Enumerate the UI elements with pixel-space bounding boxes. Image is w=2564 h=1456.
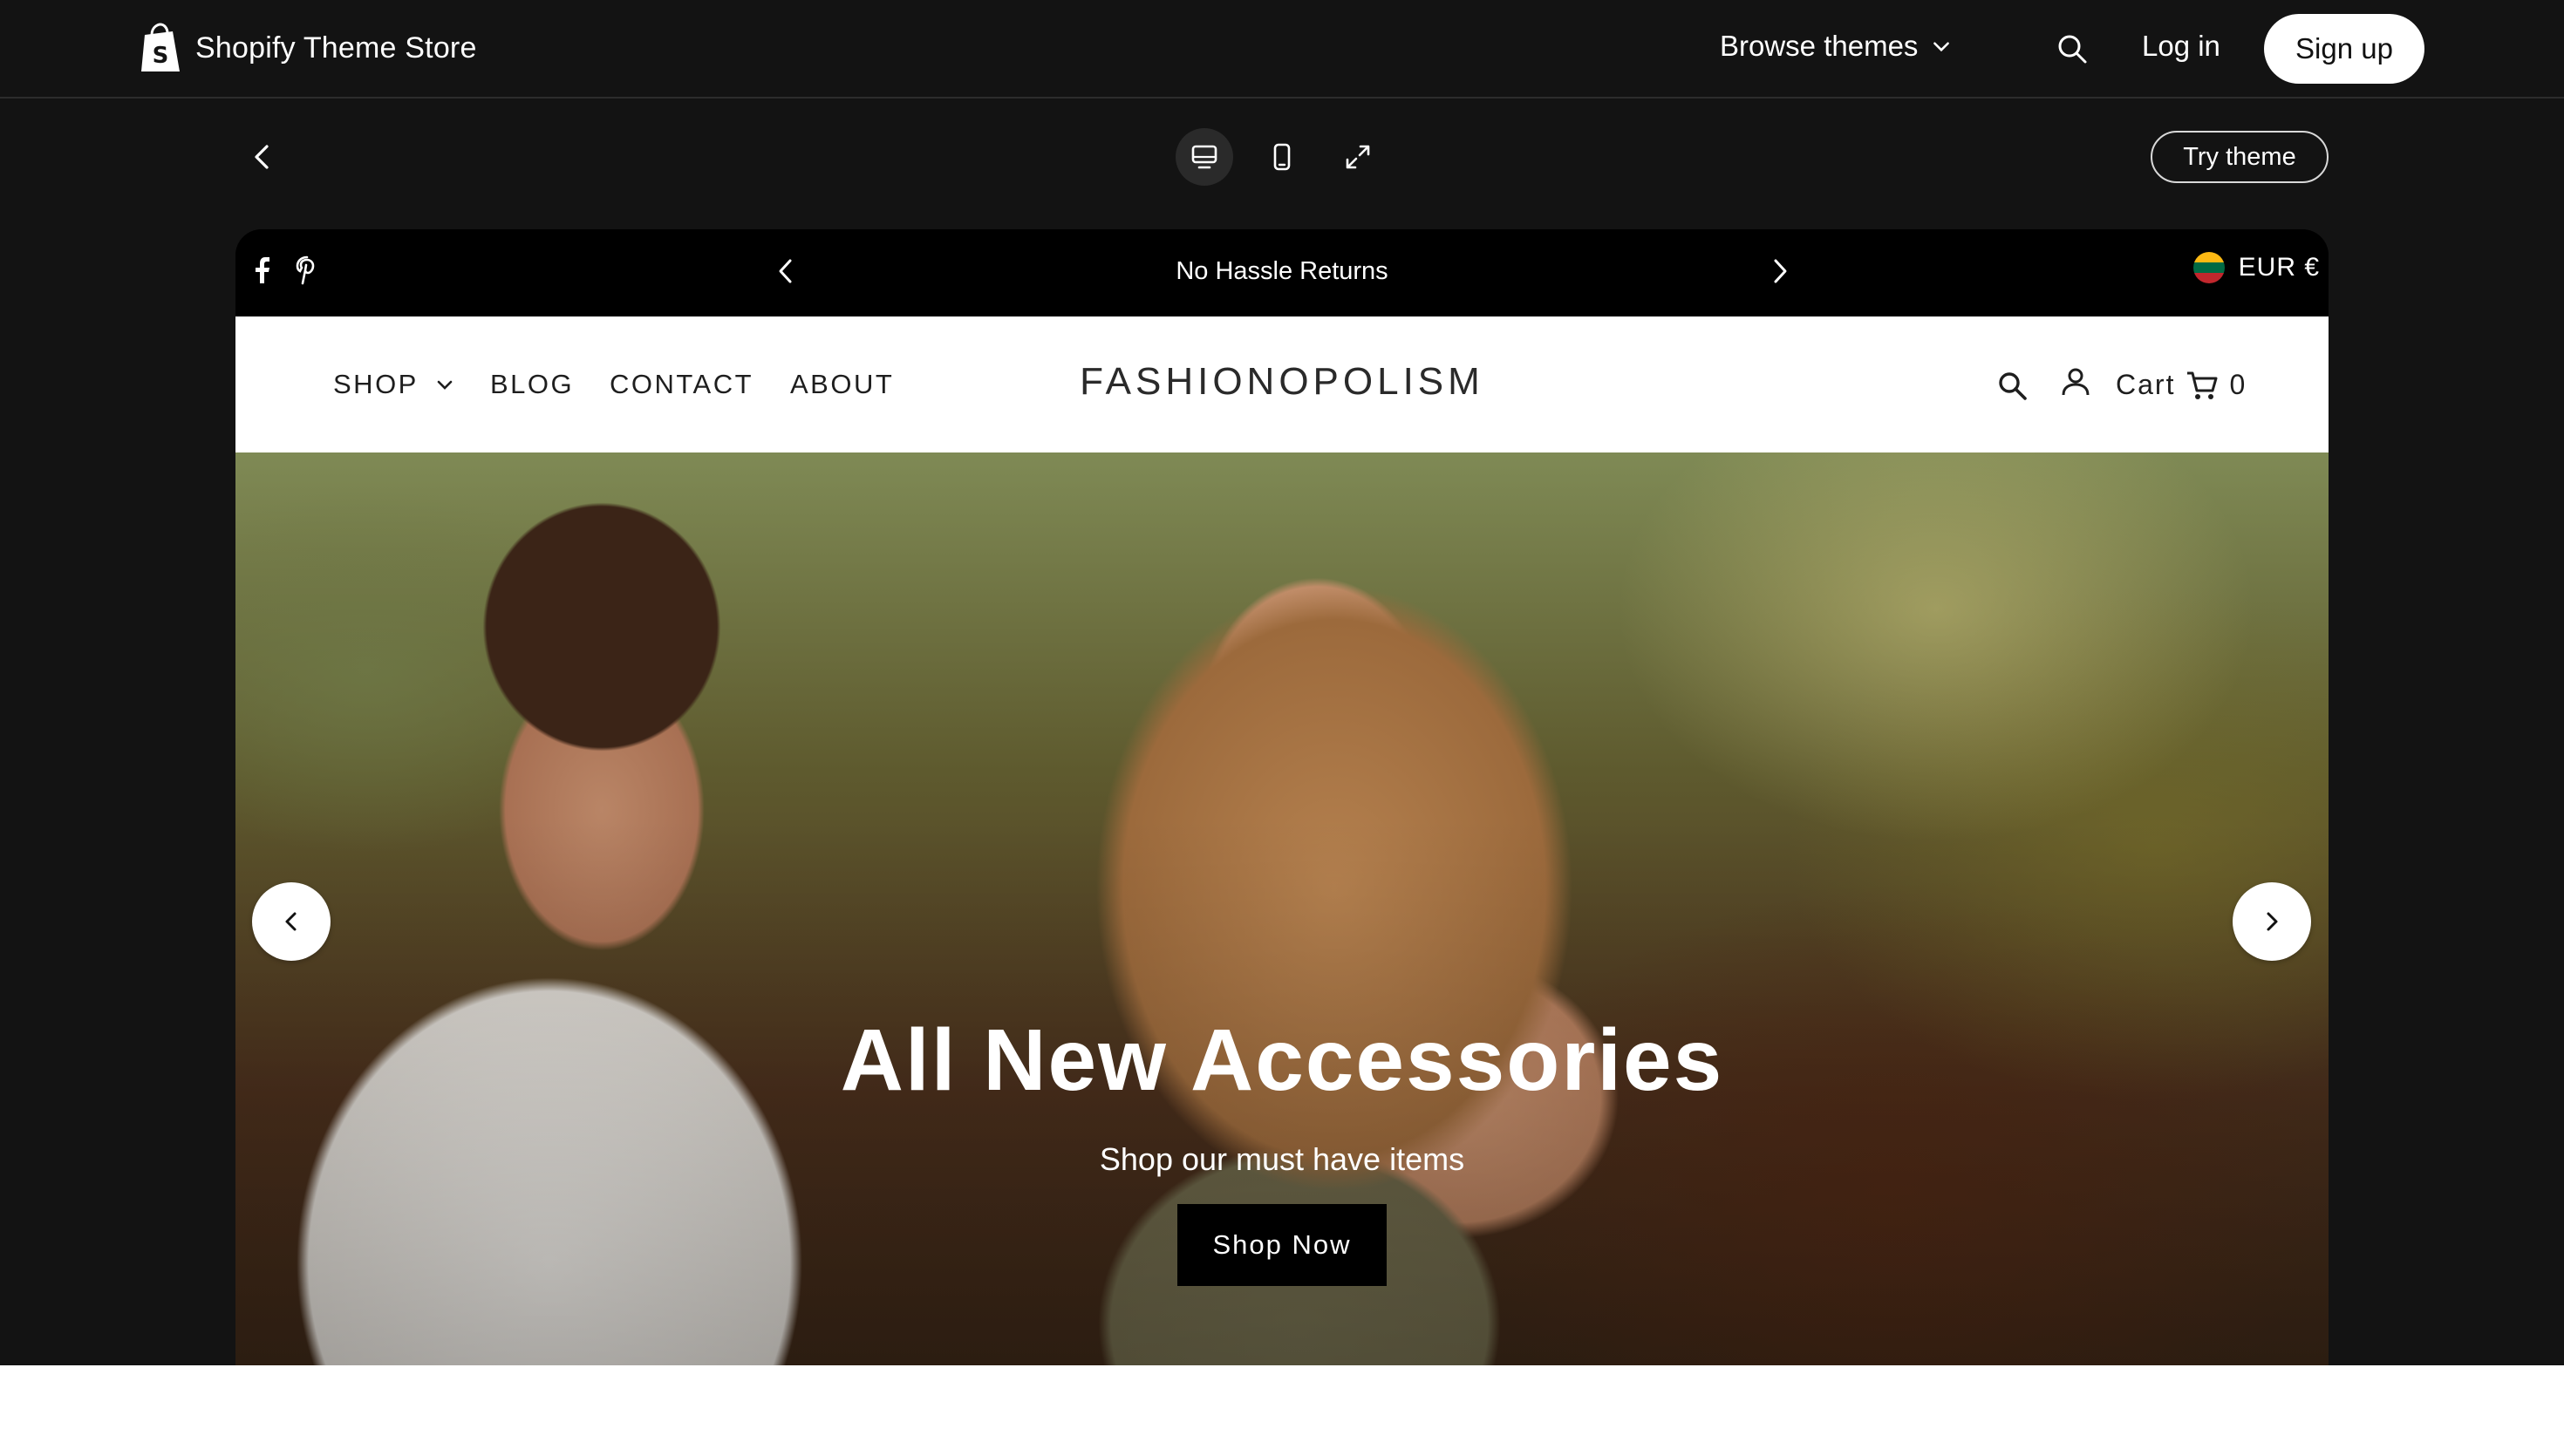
- cart-link[interactable]: Cart 0: [2116, 369, 2247, 401]
- shop-now-button[interactable]: Shop Now: [1177, 1204, 1387, 1286]
- shopify-bag-icon[interactable]: S: [140, 23, 181, 73]
- mobile-icon: [1273, 143, 1291, 171]
- chevron-left-icon: [285, 912, 297, 931]
- announcement-bar: No Hassle Returns EUR €: [235, 229, 2329, 316]
- store-header: S Shopify Theme Store Browse themes Log …: [0, 0, 2564, 99]
- currency-selector[interactable]: EUR €: [2192, 252, 2320, 283]
- mobile-view-button[interactable]: [1253, 128, 1311, 186]
- store-nav: SHOP BLOG CONTACT ABOUT FASHIONOPOLISM C…: [235, 316, 2329, 452]
- chevron-down-icon: [1933, 42, 1950, 52]
- expand-icon: [1346, 145, 1370, 169]
- theme-preview-page: S Shopify Theme Store Browse themes Log …: [0, 0, 2564, 1365]
- slide-prev-button[interactable]: [252, 882, 331, 961]
- hero-slideshow: All New Accessories Shop our must have i…: [235, 452, 2329, 1365]
- log-in-link[interactable]: Log in: [2142, 30, 2220, 63]
- search-icon[interactable]: [2055, 31, 2090, 66]
- chevron-right-icon: [2267, 912, 2278, 931]
- back-chevron-icon[interactable]: [248, 139, 277, 174]
- desktop-icon: [1191, 145, 1217, 169]
- account-icon[interactable]: [2058, 365, 2093, 400]
- browse-themes-label: Browse themes: [1720, 30, 1919, 62]
- fullscreen-button[interactable]: [1329, 128, 1387, 186]
- desktop-view-button[interactable]: [1176, 128, 1233, 186]
- store-title[interactable]: Shopify Theme Store: [195, 31, 477, 65]
- cart-label: Cart: [2116, 369, 2176, 400]
- slide-next-button[interactable]: [2233, 882, 2311, 961]
- search-icon[interactable]: [1995, 369, 2030, 404]
- lithuania-flag-icon: [2192, 252, 2225, 283]
- sign-up-button[interactable]: Sign up: [2264, 14, 2424, 84]
- try-theme-button[interactable]: Try theme: [2151, 131, 2329, 183]
- theme-preview-frame: No Hassle Returns EUR € SHOP BLOG CONTAC…: [235, 229, 2329, 1365]
- announcement-text: No Hassle Returns: [1176, 257, 1388, 285]
- hero-subtitle: Shop our must have items: [1099, 1141, 1465, 1177]
- svg-text:S: S: [153, 43, 169, 69]
- hero-title: All New Accessories: [840, 1011, 1724, 1109]
- cart-count: 0: [2229, 369, 2247, 400]
- browse-themes-menu[interactable]: Browse themes: [1720, 30, 1953, 63]
- currency-label: EUR €: [2238, 253, 2320, 282]
- cart-icon: [2187, 371, 2218, 399]
- announcement-next-icon[interactable]: [1765, 255, 1793, 287]
